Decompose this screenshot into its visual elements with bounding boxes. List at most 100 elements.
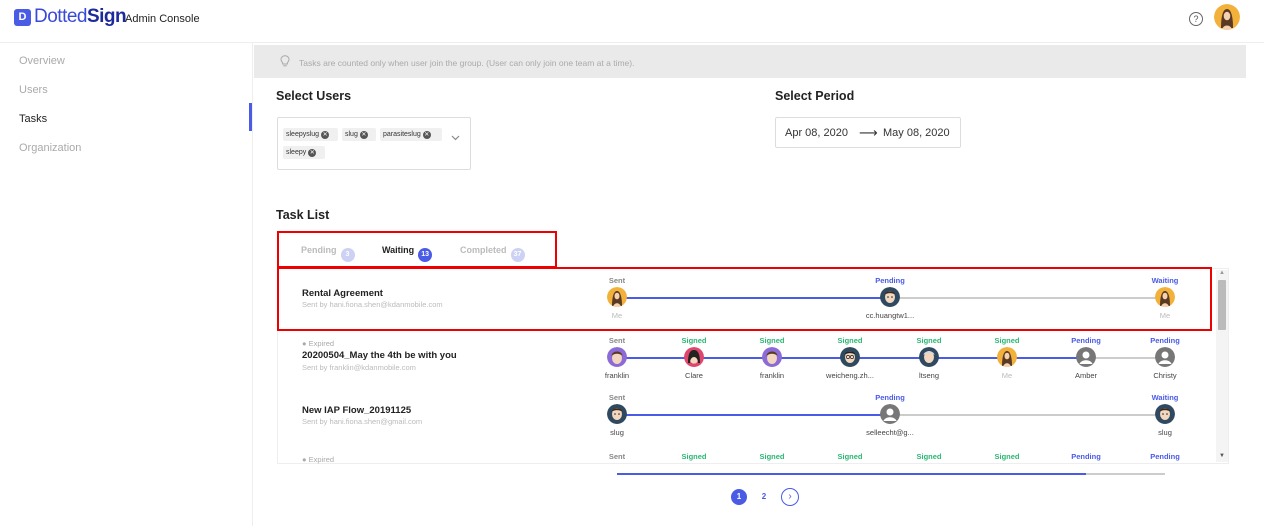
signer-name: franklin [604,371,630,380]
signer-name: selleecht@g... [866,428,914,437]
signer-avatar-icon [997,347,1017,367]
lightbulb-icon [280,55,290,67]
period-end-date[interactable]: May 08, 2020 [883,127,950,139]
step-connector [694,473,772,475]
tab-pending[interactable]: Pending 3 [301,245,355,262]
tab-count-badge: 13 [418,248,433,262]
logo-text: DottedSign [34,6,127,27]
step-status: Signed [681,452,707,461]
task-sender: Sent by franklin@kdanmobile.com [302,363,416,372]
step-status: Pending [1150,452,1180,461]
step-connector [772,357,850,359]
step-status: Signed [916,336,942,345]
step-connector [1086,357,1165,359]
step-status: Signed [994,336,1020,345]
signer-name: franklin [759,371,785,380]
task-list-title: Task List [276,208,330,222]
user-avatar-icon[interactable] [1214,4,1240,30]
signer-avatar-icon [762,347,782,367]
step-connector [1007,473,1086,475]
step-status: Signed [837,452,863,461]
chevron-right-icon[interactable]: › [781,488,799,506]
scroll-up-icon[interactable]: ▲ [1219,270,1225,276]
step-connector [772,473,850,475]
step-connector [850,473,929,475]
signer-avatar-icon [1076,347,1096,367]
task-title[interactable]: New IAP Flow_20191125 [302,405,411,416]
user-tag: slug ✕ [342,128,376,141]
signer-avatar-icon [607,404,627,424]
step-status: Pending [875,393,905,402]
task-title[interactable]: 20200504_May the 4th be with you [302,350,457,361]
sidebar-item-users[interactable]: Users [19,84,48,96]
remove-tag-icon[interactable]: ✕ [422,131,431,139]
signer-name: Christy [1153,371,1177,380]
signer-avatar-icon [1155,404,1175,424]
arrow-right-icon: ⟶ [859,125,878,140]
chevron-down-icon[interactable] [451,135,460,141]
step-status: Waiting [1151,393,1179,402]
top-bar: D DottedSign Admin Console ? [0,0,1264,40]
signer-avatar-icon [840,347,860,367]
page-button-2[interactable]: 2 [756,489,772,505]
step-status: Signed [759,452,785,461]
remove-tag-icon[interactable]: ✕ [308,149,317,157]
date-range-picker[interactable]: Apr 08, 2020 ⟶ May 08, 2020 [775,117,961,148]
step-status: Sent [608,336,626,345]
step-connector [850,357,929,359]
signer-name: Clare [685,371,703,380]
help-icon[interactable]: ? [1189,12,1203,26]
user-tag: sleepyslug ✕ [283,128,338,141]
signer-name: slug [1158,428,1172,437]
step-connector [617,473,694,475]
signer-avatar-icon [1155,347,1175,367]
step-connector [890,414,1165,416]
task-row-highlight [277,267,1212,331]
step-connector [929,473,1007,475]
expired-label: ● Expired [302,339,335,348]
step-connector [617,357,694,359]
signer-avatar-icon [684,347,704,367]
task-tabs-highlight: Pending 3 Waiting 13 Completed 37 [277,231,557,268]
admin-console-label: Admin Console [125,13,200,25]
sidebar-item-organization[interactable]: Organization [19,142,81,154]
step-connector [929,357,1007,359]
signer-avatar-icon [919,347,939,367]
tab-waiting[interactable]: Waiting 13 [382,245,433,262]
tab-completed[interactable]: Completed 37 [460,245,525,262]
step-status: Signed [681,336,707,345]
step-status: Signed [837,336,863,345]
scrollbar-thumb[interactable] [1218,280,1226,330]
select-users-input[interactable] [277,117,471,170]
tab-count-badge: 37 [510,248,525,262]
step-connector [1007,357,1086,359]
signer-avatar-icon [880,404,900,424]
sidebar-item-tasks[interactable]: Tasks [19,113,47,125]
sidebar-item-overview[interactable]: Overview [19,55,65,67]
remove-tag-icon[interactable]: ✕ [359,131,368,139]
select-users-title: Select Users [276,89,352,103]
select-period-title: Select Period [775,89,855,103]
notice-banner: Tasks are counted only when user join th… [254,45,1246,78]
logo-mark-icon: D [14,8,31,26]
expired-label: ● Expired [302,455,335,464]
dottedsign-logo[interactable]: D DottedSign [14,6,127,28]
step-status: Pending [1071,452,1101,461]
step-status: Signed [916,452,942,461]
step-status: Pending [1071,336,1101,345]
page-button-1[interactable]: 1 [731,489,747,505]
step-connector [617,414,890,416]
step-connector [694,357,772,359]
step-status: Pending [1150,336,1180,345]
period-start-date[interactable]: Apr 08, 2020 [785,127,848,139]
sidebar-active-indicator [249,103,252,131]
scroll-down-icon[interactable]: ▼ [1219,453,1225,459]
step-connector [1086,473,1165,475]
user-tag: parasiteslug ✕ [380,128,442,141]
signer-name: ltseng [918,371,940,380]
step-status: Signed [759,336,785,345]
remove-tag-icon[interactable]: ✕ [321,131,330,139]
step-status: Sent [608,393,626,402]
notice-text: Tasks are counted only when user join th… [299,58,635,68]
step-status: Signed [994,452,1020,461]
